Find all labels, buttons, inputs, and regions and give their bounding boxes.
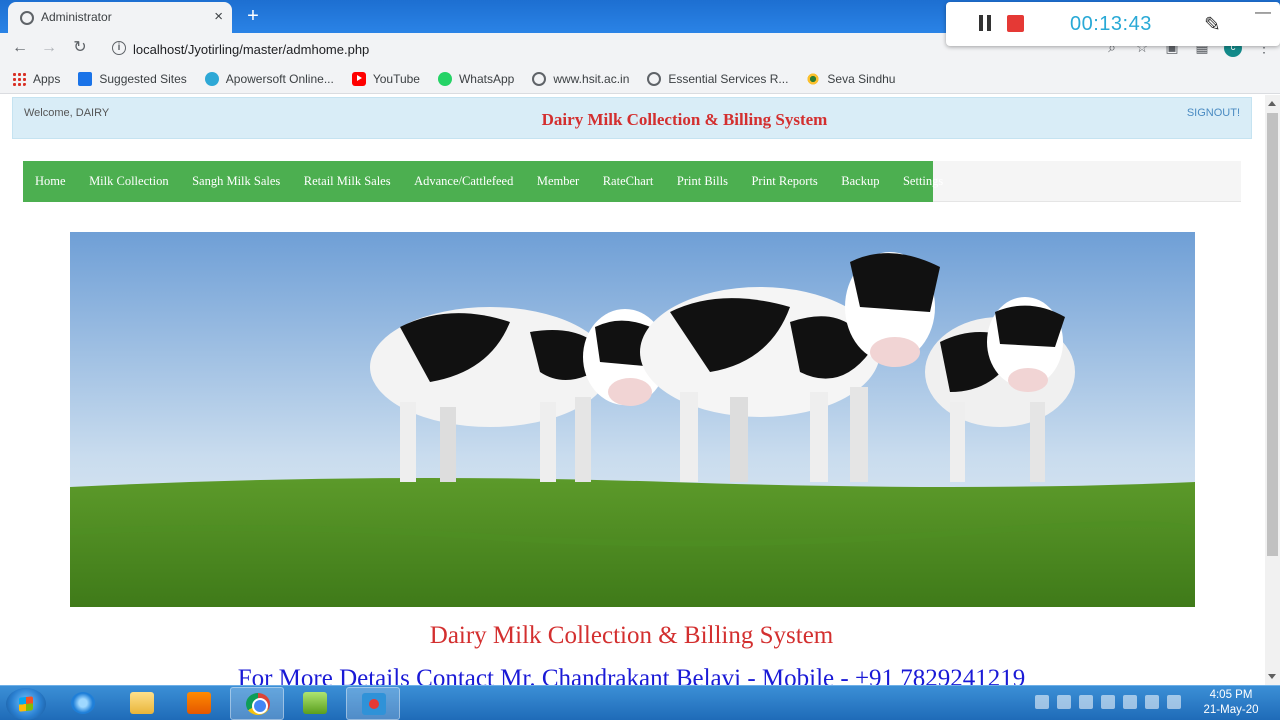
- project-app-icon: [303, 692, 327, 714]
- windows-taskbar: 4:05 PM 21-May-20: [0, 685, 1280, 720]
- bookmark-youtube[interactable]: YouTube: [351, 71, 420, 86]
- scrollbar-thumb[interactable]: [1267, 113, 1278, 556]
- tab-title: Administrator: [41, 10, 112, 24]
- page-header: Welcome, DAIRY Dairy Milk Collection & B…: [12, 97, 1252, 139]
- forward-arrow-icon[interactable]: →: [39, 38, 59, 58]
- system-tray: [1035, 695, 1181, 709]
- bookmark-suggested-sites[interactable]: Suggested Sites: [78, 71, 187, 86]
- site-title: Dairy Milk Collection & Billing System: [541, 110, 828, 129]
- globe-icon: [647, 71, 662, 86]
- site-info-icon[interactable]: i: [112, 41, 126, 55]
- taskbar-internet-explorer[interactable]: [56, 687, 110, 720]
- menu-item-print-bills[interactable]: Print Bills: [677, 174, 728, 189]
- contact-info: For More Details Contact Mr. Chandrakant…: [237, 665, 1026, 685]
- pen-icon[interactable]: ✎: [1204, 12, 1221, 37]
- tray-icon[interactable]: [1123, 695, 1137, 709]
- bookmark-essential-services[interactable]: Essential Services R...: [647, 71, 789, 86]
- bookmark-hsit[interactable]: www.hsit.ac.in: [532, 71, 630, 86]
- whatsapp-icon: [437, 71, 452, 86]
- menu-item-print-reports[interactable]: Print Reports: [751, 174, 817, 189]
- bookmark-label: Essential Services R...: [668, 71, 789, 86]
- internet-explorer-icon: [71, 692, 95, 714]
- main-menu: Home Milk Collection Sangh Milk Sales Re…: [23, 161, 943, 202]
- footer-title: Dairy Milk Collection & Billing System: [429, 622, 834, 649]
- menu-item-member[interactable]: Member: [537, 174, 579, 189]
- tray-icon[interactable]: [1079, 695, 1093, 709]
- web-page: Welcome, DAIRY Dairy Milk Collection & B…: [0, 95, 1265, 685]
- globe-icon: [532, 71, 547, 86]
- youtube-icon: [351, 71, 366, 86]
- pause-icon[interactable]: [978, 15, 992, 31]
- bookmark-label: YouTube: [372, 71, 420, 86]
- taskbar-screen-recorder[interactable]: [346, 687, 400, 720]
- taskbar-file-explorer[interactable]: [115, 687, 169, 720]
- taskbar-clock[interactable]: 4:05 PM 21-May-20: [1196, 688, 1266, 718]
- taskbar-project-app[interactable]: [288, 687, 342, 720]
- bookmark-seva-sindhu[interactable]: Seva Sindhu: [806, 71, 896, 86]
- folder-icon: [130, 692, 154, 714]
- menu-item-retail-milk-sales[interactable]: Retail Milk Sales: [304, 174, 391, 189]
- apps-grid-icon: [12, 71, 26, 86]
- bookmark-label: Seva Sindhu: [827, 71, 896, 86]
- bookmark-label: Apowersoft Online...: [225, 71, 334, 86]
- network-icon[interactable]: [1145, 695, 1159, 709]
- taskbar-media-player[interactable]: [172, 687, 226, 720]
- bookmarks-bar: Apps Suggested Sites Apowersoft Online..…: [0, 64, 1280, 94]
- tab-close-icon[interactable]: ×: [214, 8, 223, 25]
- bookmark-label: Suggested Sites: [99, 71, 187, 86]
- minimize-icon[interactable]: —: [1255, 4, 1271, 22]
- screen-recorder-icon: [362, 693, 386, 715]
- stop-icon[interactable]: [1007, 15, 1024, 32]
- nav-container: Home Milk Collection Sangh Milk Sales Re…: [23, 161, 1241, 202]
- menu-item-advance-cattlefeed[interactable]: Advance/Cattlefeed: [414, 174, 513, 189]
- apowersoft-icon: [204, 71, 219, 86]
- back-arrow-icon[interactable]: ←: [10, 38, 30, 58]
- new-tab-button[interactable]: +: [240, 4, 266, 30]
- menu-item-backup[interactable]: Backup: [841, 174, 879, 189]
- address-url[interactable]: localhost/Jyotirling/master/admhome.php: [133, 42, 369, 57]
- menu-item-settings[interactable]: Settings: [903, 174, 943, 189]
- tray-icon[interactable]: [1057, 695, 1071, 709]
- page-favicon-icon: [20, 11, 34, 25]
- signout-link[interactable]: SIGNOUT!: [1187, 107, 1240, 119]
- menu-item-ratechart[interactable]: RateChart: [603, 174, 654, 189]
- chrome-icon: [246, 693, 270, 715]
- menu-item-sangh-milk-sales[interactable]: Sangh Milk Sales: [192, 174, 280, 189]
- page-scrollbar[interactable]: [1265, 95, 1280, 685]
- cows-banner-image: [70, 232, 1195, 607]
- bookmark-apps[interactable]: Apps: [12, 71, 61, 86]
- browser-tab-administrator[interactable]: Administrator ×: [8, 2, 232, 33]
- tray-icon[interactable]: [1101, 695, 1115, 709]
- seva-sindhu-icon: [806, 71, 821, 86]
- media-player-icon: [187, 692, 211, 714]
- scroll-up-arrow-icon[interactable]: [1268, 101, 1276, 106]
- bookmark-label: www.hsit.ac.in: [553, 71, 630, 86]
- recording-timer: 00:13:43: [1070, 13, 1152, 35]
- scroll-down-arrow-icon[interactable]: [1268, 674, 1276, 679]
- reload-icon[interactable]: ↻: [70, 38, 90, 58]
- bookmark-apowersoft[interactable]: Apowersoft Online...: [204, 71, 334, 86]
- volume-icon[interactable]: [1167, 695, 1181, 709]
- start-button[interactable]: [6, 688, 46, 720]
- cows-in-field-illustration: [70, 232, 1195, 607]
- bookmark-label: WhatsApp: [458, 71, 515, 86]
- menu-item-home[interactable]: Home: [35, 174, 66, 189]
- suggested-sites-icon: [78, 71, 93, 86]
- tray-icon[interactable]: [1035, 695, 1049, 709]
- bookmark-label: Apps: [33, 71, 61, 86]
- screen-recorder-widget: 00:13:43 ✎ —: [946, 2, 1280, 46]
- clock-time: 4:05 PM: [1209, 689, 1253, 701]
- clock-date: 21-May-20: [1203, 704, 1259, 716]
- bookmark-whatsapp[interactable]: WhatsApp: [437, 71, 515, 86]
- taskbar-chrome[interactable]: [230, 687, 284, 720]
- menu-item-milk-collection[interactable]: Milk Collection: [89, 174, 169, 189]
